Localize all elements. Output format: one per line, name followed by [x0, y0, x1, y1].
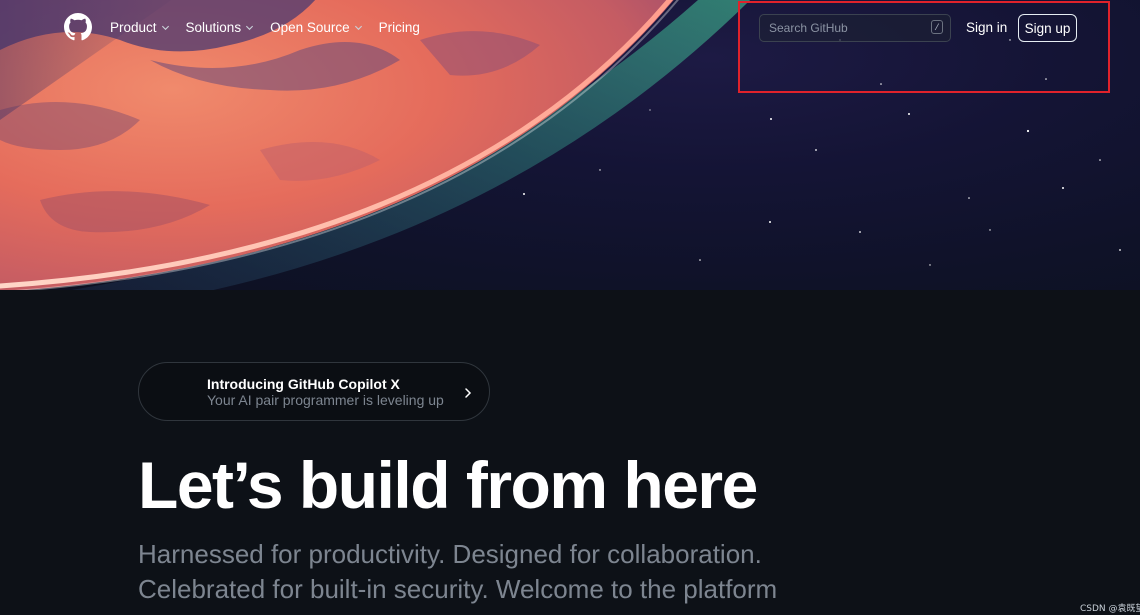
chevron-down-icon	[246, 25, 254, 31]
chevron-right-icon	[465, 388, 472, 398]
hero-subhead: Harnessed for productivity. Designed for…	[138, 537, 858, 607]
csdn-watermark: CSDN @袁既望	[1080, 604, 1145, 614]
site-header: Product Solutions Open Source Pricing Se…	[0, 0, 1146, 58]
github-home-page: Product Solutions Open Source Pricing Se…	[0, 0, 1146, 615]
nav-solutions[interactable]: Solutions	[186, 20, 255, 35]
search-placeholder: Search GitHub	[769, 21, 848, 35]
chevron-down-icon	[354, 25, 362, 31]
copilot-announcement-pill[interactable]: Introducing GitHub Copilot X Your AI pai…	[138, 362, 490, 421]
nav-product-label: Product	[110, 20, 157, 35]
window-edge	[1140, 0, 1146, 615]
nav-product[interactable]: Product	[110, 20, 170, 35]
nav-solutions-label: Solutions	[185, 20, 242, 35]
nav-pricing-label: Pricing	[378, 20, 420, 35]
nav-open-source-label: Open Source	[270, 20, 350, 35]
sign-in-link[interactable]: Sign in	[966, 20, 1007, 35]
announcement-title: Introducing GitHub Copilot X	[207, 376, 400, 392]
hero-subhead-line-1: Harnessed for productivity. Designed for…	[138, 539, 762, 569]
announcement-subtitle: Your AI pair programmer is leveling up	[207, 392, 444, 408]
chevron-down-icon	[161, 25, 169, 31]
nav-open-source[interactable]: Open Source	[270, 20, 363, 35]
search-shortcut-key: /	[931, 20, 943, 34]
sign-up-button[interactable]: Sign up	[1018, 14, 1077, 42]
github-logo-icon[interactable]	[64, 13, 92, 41]
hero-headline: Let’s build from here	[138, 448, 758, 522]
primary-nav: Product Solutions Open Source Pricing	[110, 20, 436, 35]
search-input[interactable]: Search GitHub /	[759, 14, 951, 42]
hero-subhead-line-2: Celebrated for built-in security. Welcom…	[138, 574, 778, 604]
nav-pricing[interactable]: Pricing	[379, 20, 420, 35]
